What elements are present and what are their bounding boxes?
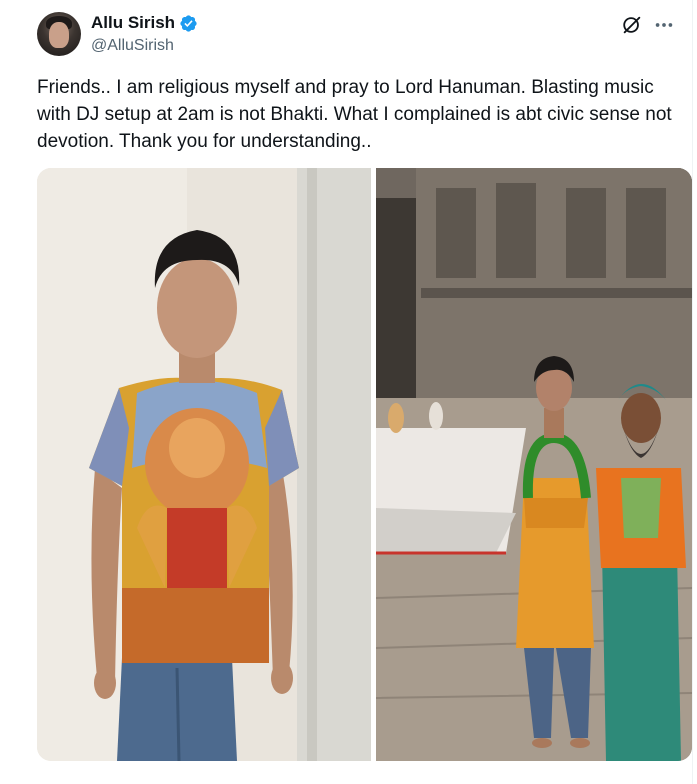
author-name-row[interactable]: Allu Sirish	[91, 13, 198, 33]
photo-temple-with-priest[interactable]	[376, 168, 692, 761]
author-handle[interactable]: @AlluSirish	[91, 37, 174, 55]
author-display-name[interactable]: Allu Sirish	[91, 13, 175, 33]
tweet-card: Allu Sirish @AlluSirish Friends.. I am r…	[0, 0, 693, 784]
tweet-media[interactable]	[37, 168, 692, 761]
more-icon[interactable]	[653, 14, 675, 36]
verified-badge-icon	[180, 14, 197, 32]
tweet-text: Friends.. I am religious myself and pray…	[37, 77, 677, 152]
profile-avatar[interactable]	[37, 12, 81, 56]
photo-hanuman-tshirt[interactable]	[37, 168, 371, 761]
grok-icon[interactable]	[621, 14, 643, 36]
avatar-face	[49, 22, 69, 48]
